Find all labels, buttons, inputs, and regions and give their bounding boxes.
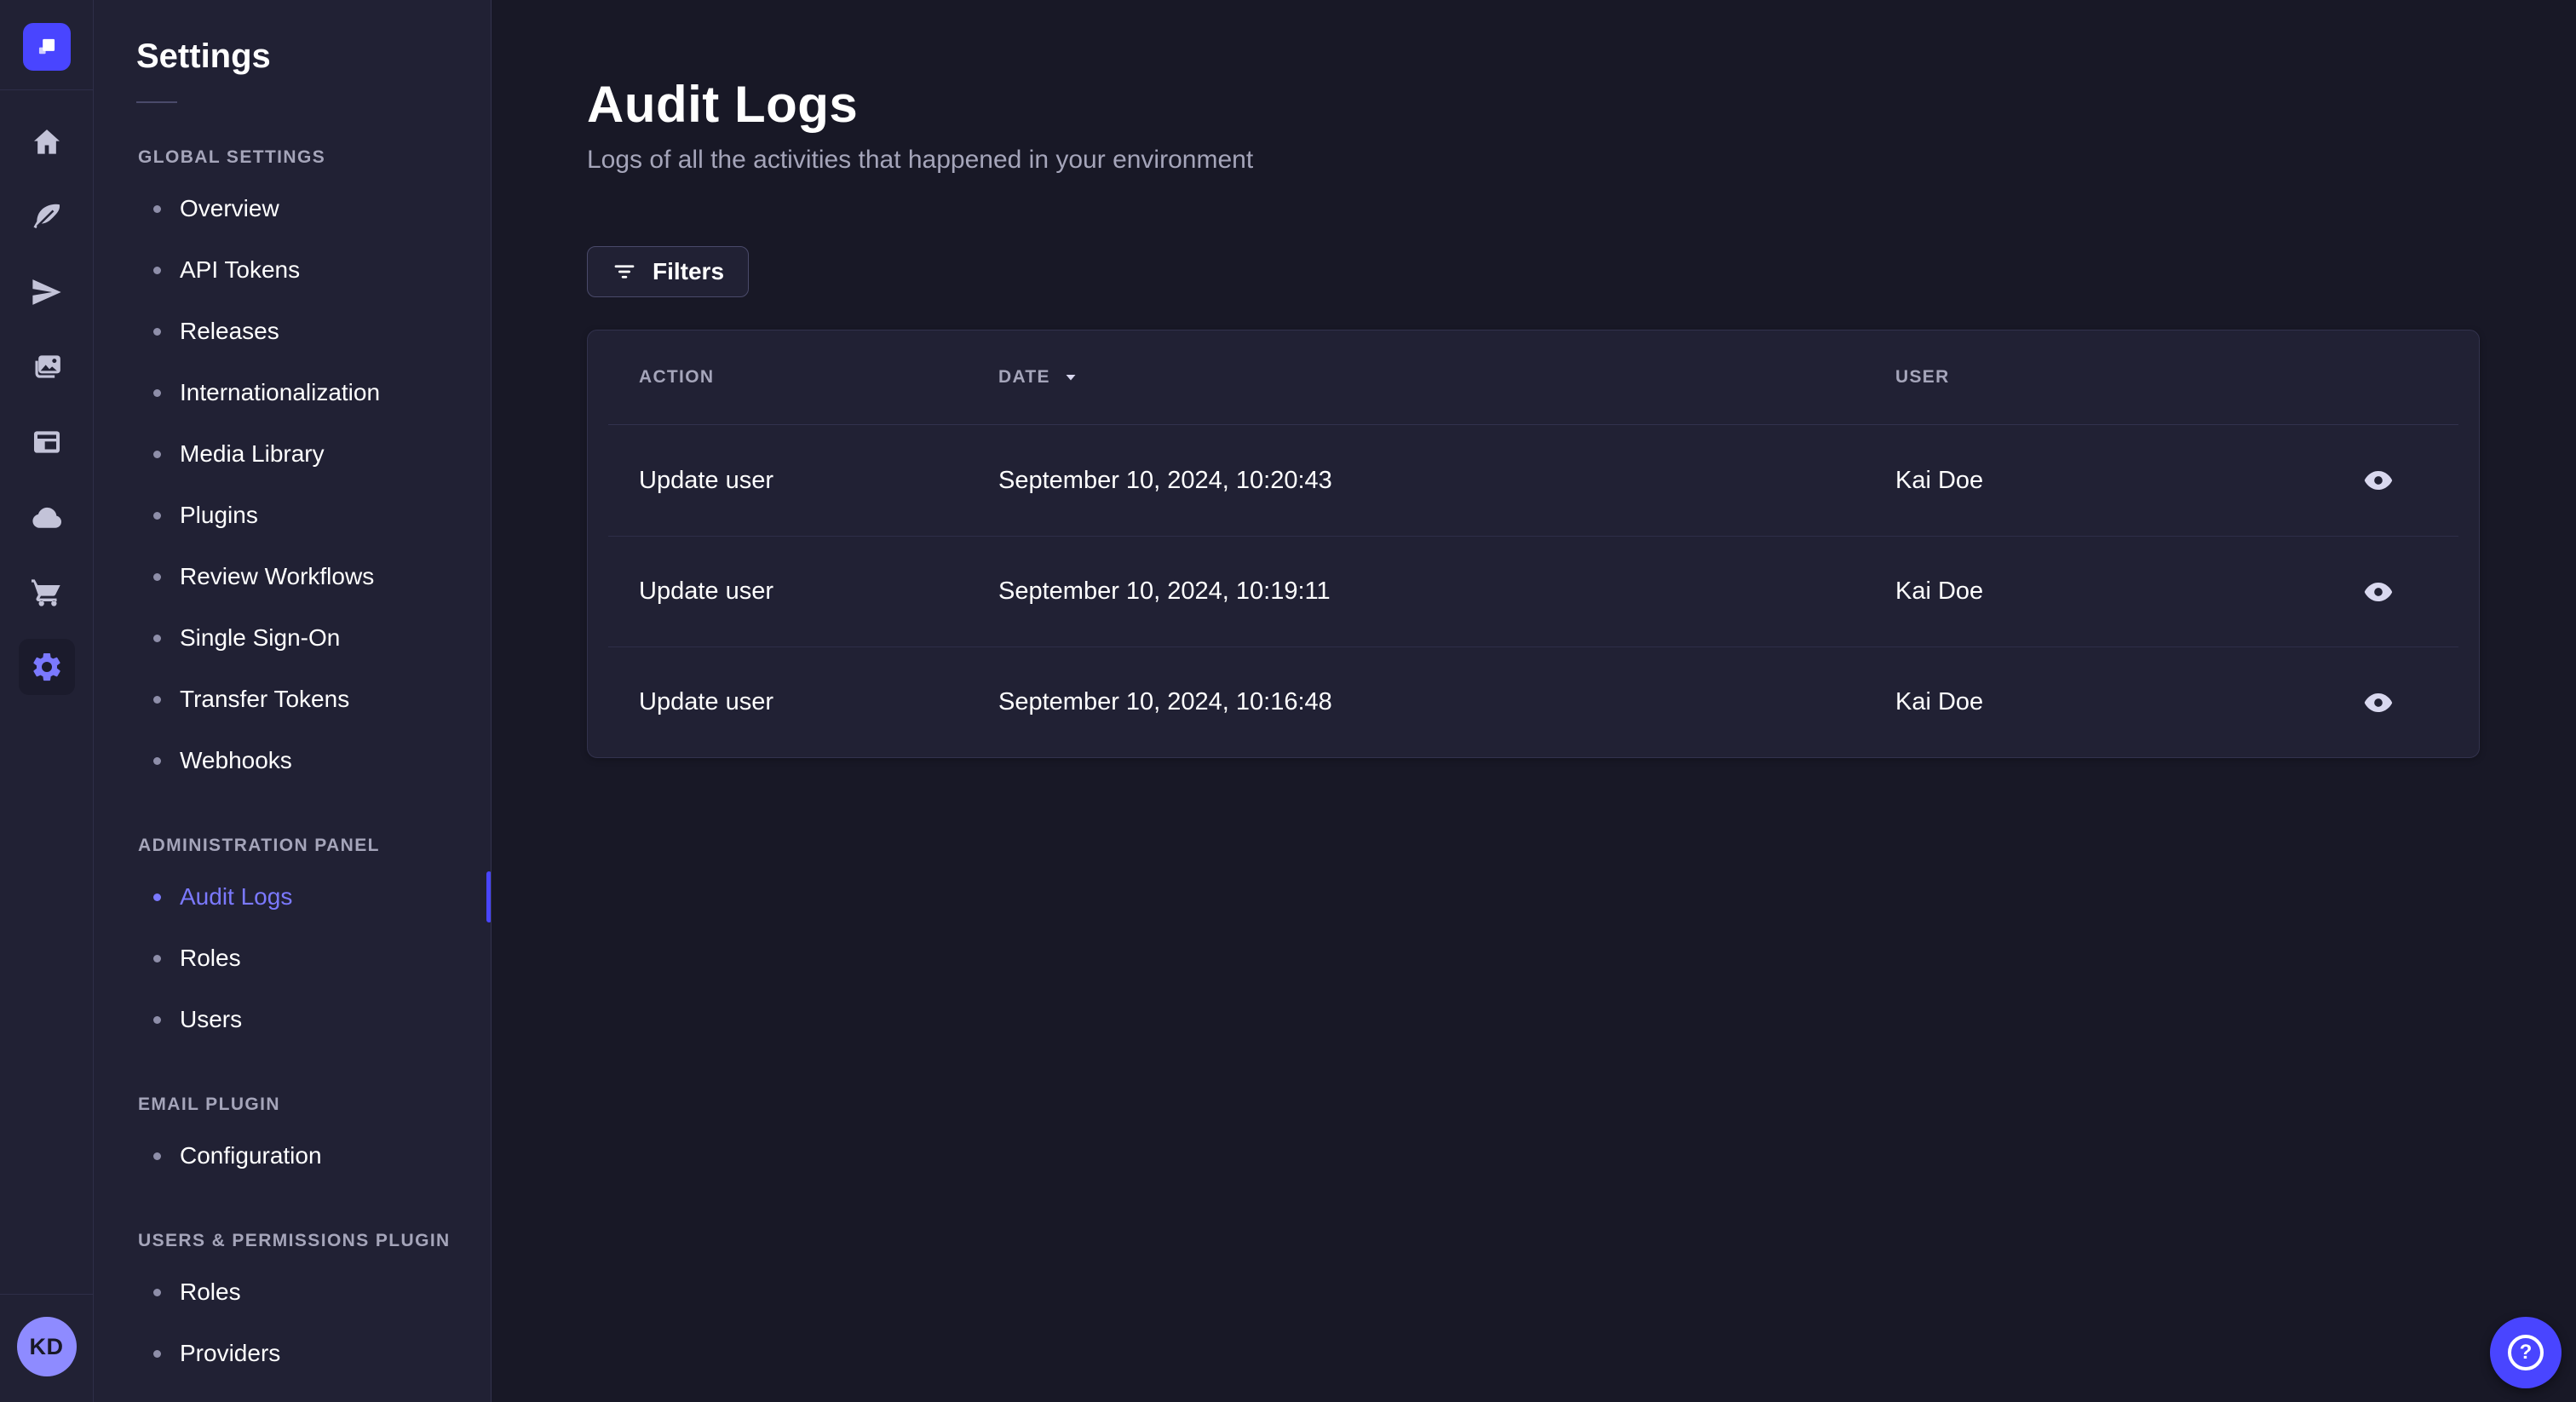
section-header-administration-panel: ADMINISTRATION PANEL [138, 836, 380, 855]
sidebar-item-webhooks[interactable]: Webhooks [94, 730, 491, 791]
sidebar-item-releases[interactable]: Releases [94, 301, 491, 362]
eye-icon [2364, 471, 2393, 490]
sidebar-item-api-tokens[interactable]: API Tokens [94, 239, 491, 301]
content-manager-button[interactable] [19, 189, 75, 245]
filter-icon [614, 265, 635, 279]
content-type-builder-button[interactable] [19, 414, 75, 470]
section-header-global-settings: GLOBAL SETTINGS [138, 147, 326, 167]
nav-rail: KD [0, 0, 94, 1402]
sidebar-item-admin-roles[interactable]: Roles [94, 928, 491, 989]
column-header-action: ACTION [639, 367, 715, 387]
sidebar-item-admin-users[interactable]: Users [94, 989, 491, 1050]
table-header-row: ACTION DATE USER [608, 330, 2458, 425]
bullet-icon [153, 1349, 161, 1358]
cell-action: Update user [639, 466, 773, 494]
sidebar-item-plugins[interactable]: Plugins [94, 485, 491, 546]
main-content: Audit Logs Logs of all the activities th… [492, 0, 2576, 1402]
sidebar-item-media-library[interactable]: Media Library [94, 423, 491, 485]
sidebar-item-transfer-tokens[interactable]: Transfer Tokens [94, 669, 491, 730]
bullet-icon [153, 450, 161, 458]
sidebar-title: Settings [136, 37, 271, 75]
section-header-email-plugin: EMAIL PLUGIN [138, 1095, 280, 1114]
bullet-icon [153, 327, 161, 336]
cloud-icon [32, 507, 61, 528]
sidebar-item-overview[interactable]: Overview [94, 178, 491, 239]
bullet-icon [153, 634, 161, 642]
sidebar-item-internationalization[interactable]: Internationalization [94, 362, 491, 423]
table-row[interactable]: Update user September 10, 2024, 10:19:11… [608, 536, 2458, 646]
settings-gear-icon [32, 652, 60, 681]
cell-date: September 10, 2024, 10:16:48 [998, 688, 1332, 715]
sidebar-item-up-providers[interactable]: Providers [94, 1323, 491, 1384]
bullet-icon [153, 695, 161, 704]
media-library-icon [35, 355, 60, 378]
sidebar-item-up-roles[interactable]: Roles [94, 1261, 491, 1323]
cell-date: September 10, 2024, 10:19:11 [998, 577, 1331, 605]
strapi-logo-icon [38, 38, 55, 55]
cell-user: Kai Doe [1895, 688, 1984, 715]
strapi-logo[interactable] [22, 23, 71, 71]
bullet-icon [153, 511, 161, 520]
sidebar-item-audit-logs[interactable]: Audit Logs [94, 866, 491, 928]
eye-icon [2364, 692, 2393, 712]
cell-user: Kai Doe [1895, 466, 1984, 494]
cell-user: Kai Doe [1895, 577, 1984, 605]
rail-bottom-divider [0, 1294, 93, 1295]
deploy-cloud-button[interactable] [19, 489, 75, 545]
help-button[interactable]: ? [2490, 1317, 2562, 1388]
settings-sidebar: Settings GLOBAL SETTINGS Overview API To… [94, 0, 492, 1402]
section-header-users-permissions-plugin: USERS & PERMISSIONS PLUGIN [138, 1231, 451, 1250]
bullet-icon [153, 954, 161, 962]
bullet-icon [153, 893, 161, 901]
bullet-icon [153, 1152, 161, 1160]
eye-icon [2364, 582, 2393, 601]
cell-date: September 10, 2024, 10:20:43 [998, 466, 1332, 494]
sidebar-item-single-sign-on[interactable]: Single Sign-On [94, 607, 491, 669]
paper-plane-icon [32, 279, 61, 305]
sidebar-title-divider [136, 101, 177, 103]
filters-button[interactable]: Filters [587, 246, 750, 297]
sidebar-item-email-configuration[interactable]: Configuration [94, 1125, 491, 1187]
view-details-button[interactable] [2355, 679, 2402, 727]
bullet-icon [153, 572, 161, 581]
settings-button[interactable] [18, 639, 75, 695]
column-header-user: USER [1895, 367, 1950, 387]
page-title: Audit Logs [587, 76, 859, 133]
question-mark-icon: ? [2508, 1335, 2544, 1370]
user-avatar[interactable]: KD [16, 1317, 77, 1376]
cell-action: Update user [639, 688, 773, 715]
home-icon [33, 129, 60, 154]
column-header-date[interactable]: DATE [998, 367, 1895, 388]
bullet-icon [153, 204, 161, 213]
view-details-button[interactable] [2355, 457, 2402, 504]
marketplace-button[interactable] [19, 564, 75, 620]
table-row[interactable]: Update user September 10, 2024, 10:20:43… [608, 425, 2458, 536]
page-subtitle: Logs of all the activities that happened… [587, 146, 1254, 174]
home-button[interactable] [19, 114, 75, 170]
audit-logs-table: ACTION DATE USER Update user September 1… [587, 330, 2480, 758]
bullet-icon [153, 756, 161, 765]
bullet-icon [153, 388, 161, 397]
bullet-icon [153, 266, 161, 274]
layout-icon [33, 431, 60, 453]
media-library-button[interactable] [19, 339, 75, 395]
table-row[interactable]: Update user September 10, 2024, 10:16:48… [608, 646, 2458, 757]
bullet-icon [153, 1015, 161, 1024]
feather-icon [33, 204, 60, 229]
sidebar-item-review-workflows[interactable]: Review Workflows [94, 546, 491, 607]
bullet-icon [153, 1288, 161, 1296]
releases-button[interactable] [19, 264, 75, 320]
marketplace-cart-icon [31, 579, 60, 606]
cell-action: Update user [639, 577, 773, 605]
sort-desc-arrow-icon [1062, 369, 1079, 386]
view-details-button[interactable] [2355, 568, 2402, 616]
